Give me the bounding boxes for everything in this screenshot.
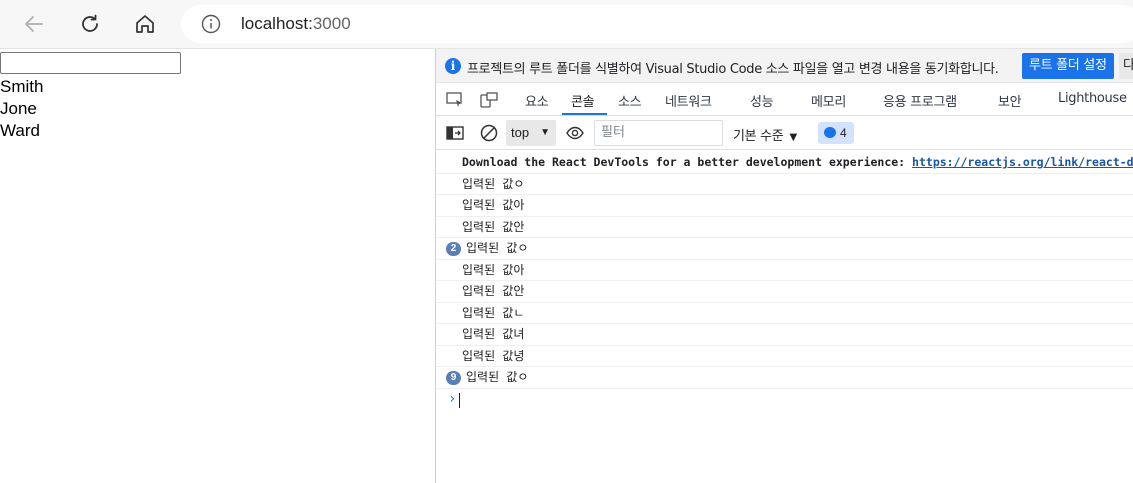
console-message-text: 입력된 값아 [462,198,525,212]
sidebar-toggle-icon[interactable] [446,124,464,142]
devtools-tabs: 요소 콘솔 소스 네트워크 성능 메모리 응용 프로그램 보안 Lighthou… [436,83,1133,116]
console-message: 입력된 값안 [436,217,1133,238]
back-arrow-icon[interactable] [18,8,50,40]
console-message-text: Download the React DevTools for a better… [462,152,1133,173]
log-levels-label: 기본 수준 [733,129,784,144]
message-count-badge[interactable]: 4 [818,122,854,144]
info-icon: i [445,58,461,74]
message-count: 4 [840,126,847,140]
message-bubble-icon [824,127,836,138]
tab-application[interactable]: 응용 프로그램 [883,91,957,110]
home-icon[interactable] [129,8,161,40]
console-message-text: 입력된 값ㅇ [466,241,529,255]
eye-icon[interactable] [566,124,584,142]
console-message: 입력된 값녕 [436,346,1133,367]
url-port: 3000 [312,14,351,33]
name-filter-input[interactable] [0,52,181,74]
address-bar[interactable]: localhost:3000 [181,5,1133,43]
clear-console-icon[interactable] [480,124,498,142]
prompt-chevron-icon: › [448,390,457,407]
console-message-text: 입력된 값녕 [462,348,525,363]
set-root-folder-button[interactable]: 루트 폴더 설정 [1022,53,1114,79]
tab-network[interactable]: 네트워크 [665,91,712,110]
vscode-banner: i 프로젝트의 루트 폴더를 식별하여 Visual Studio Code 소… [436,49,1133,83]
refresh-icon[interactable] [74,8,106,40]
inspect-element-icon[interactable] [446,92,464,108]
repeat-count-badge: 9 [446,371,461,385]
caret-down-icon: ▼ [789,132,797,143]
caret-down-icon: ▼ [540,127,550,138]
log-text: Download the React DevTools for a better… [462,155,913,169]
console-message-text: 입력된 값아 [462,262,525,277]
console-message-text: 입력된 값ㅇ [462,176,525,191]
log-levels-dropdown[interactable]: 기본 수준 ▼ [733,125,797,144]
text-cursor [459,392,460,408]
tab-lighthouse[interactable]: Lighthouse [1058,91,1127,106]
console-prompt[interactable]: › [436,389,1133,411]
list-item: Ward [0,121,40,140]
console-message: 입력된 값녀 [436,324,1133,346]
browser-toolbar: localhost:3000 [0,0,1133,49]
tab-security[interactable]: 보안 [998,91,1022,110]
console-message: Download the React DevTools for a better… [436,152,1133,174]
tab-elements[interactable]: 요소 [525,91,549,110]
console-message-text: 입력된 값안 [462,219,525,234]
devtools-panel: i 프로젝트의 루트 폴더를 식별하여 Visual Studio Code 소… [435,49,1133,483]
banner-secondary-button[interactable]: 다 [1119,53,1133,79]
console-message: 입력된 값ㅇ [436,174,1133,195]
context-label: top [511,125,530,140]
info-icon[interactable] [201,14,221,34]
device-toolbar-icon[interactable] [480,92,498,108]
url-text: localhost:3000 [241,14,351,34]
console-toolbar: top ▼ 필터 기본 수준 ▼ 4 [436,116,1133,150]
tab-console[interactable]: 콘솔 [571,91,595,110]
list-item: Jone [0,99,37,118]
active-tab-indicator [562,113,607,115]
console-log-list: Download the React DevTools for a better… [436,152,1133,411]
url-host: localhost: [241,14,313,33]
page-viewport: Smith Jone Ward [0,49,435,483]
tab-sources[interactable]: 소스 [618,91,642,110]
context-selector[interactable]: top ▼ [506,120,556,146]
repeat-count-badge: 2 [446,242,461,256]
console-message: 입력된 값안 [436,281,1133,303]
console-message-text: 입력된 값녀 [462,327,525,341]
console-message-text: 입력된 값ㅇ [466,370,529,384]
tab-memory[interactable]: 메모리 [811,91,846,110]
console-message: 9 입력된 값ㅇ [436,367,1133,389]
console-message: 입력된 값ㄴ [436,303,1133,324]
console-filter-input[interactable]: 필터 [594,120,723,146]
banner-message: 프로젝트의 루트 폴더를 식별하여 Visual Studio Code 소스 … [467,62,999,77]
tab-performance[interactable]: 성능 [750,91,774,110]
name-list: Smith Jone Ward [0,76,43,142]
react-devtools-link[interactable]: https://reactjs.org/link/react-devtools [912,155,1133,169]
console-message-text: 입력된 값안 [462,284,525,298]
console-message: 입력된 값아 [436,260,1133,281]
console-message-text: 입력된 값ㄴ [462,305,525,320]
console-message: 입력된 값아 [436,195,1133,217]
list-item: Smith [0,77,44,96]
console-message: 2 입력된 값ㅇ [436,238,1133,260]
